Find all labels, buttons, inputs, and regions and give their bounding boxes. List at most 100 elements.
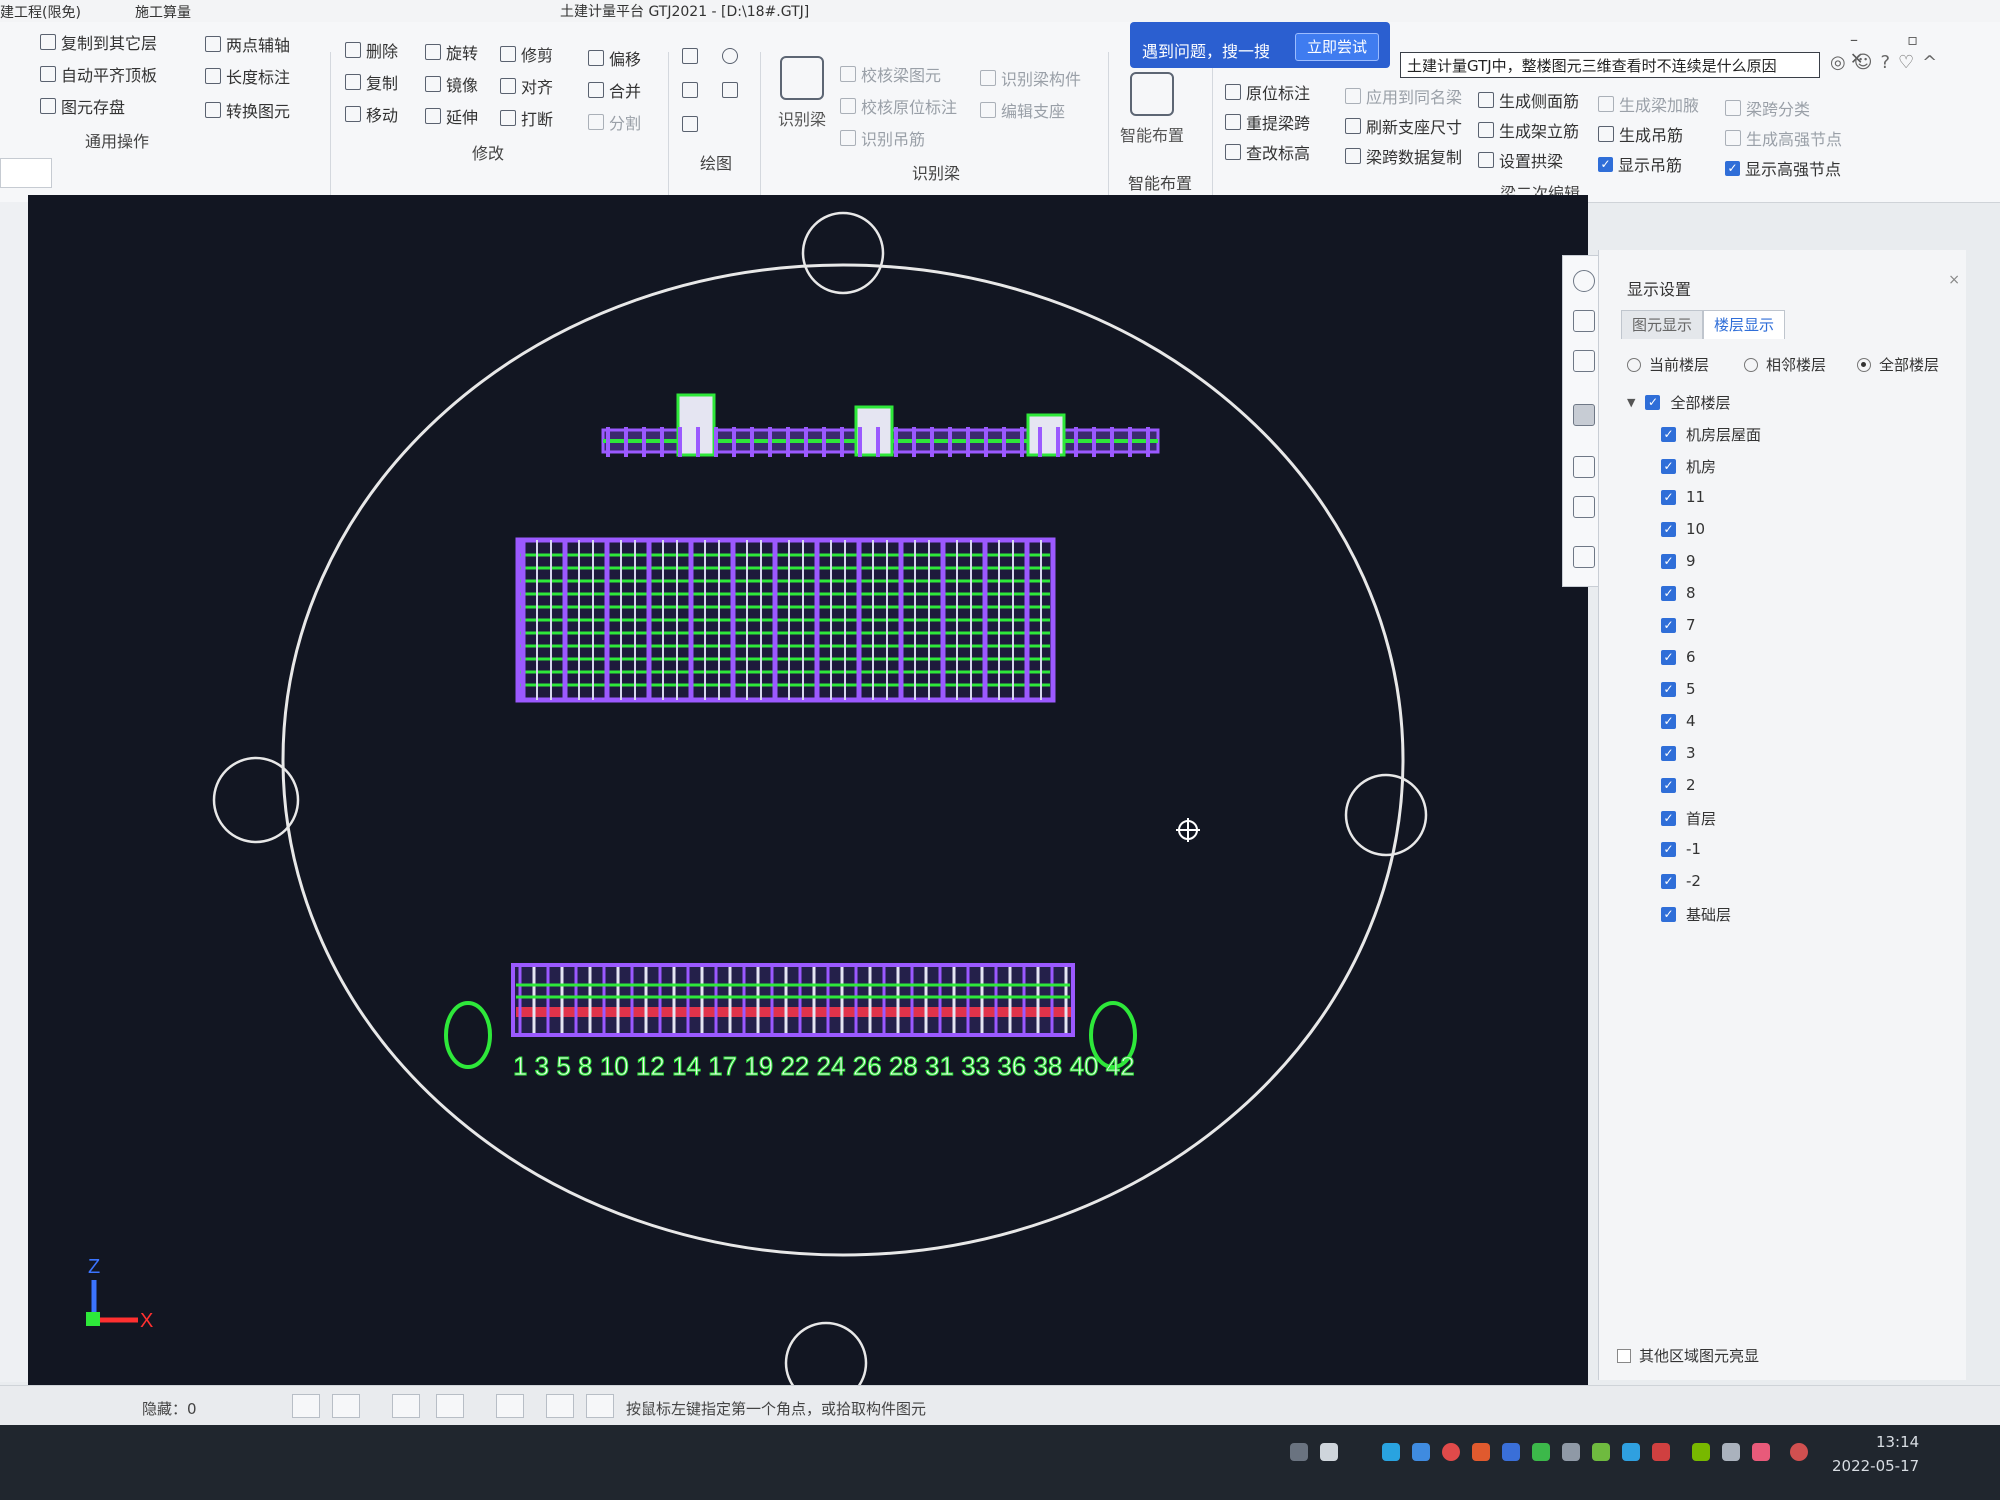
tab-element-display[interactable]: 图元显示 bbox=[1621, 310, 1704, 339]
checkbox-checked-icon[interactable]: ✓ bbox=[1661, 841, 1676, 857]
3d-model-view[interactable]: 1 3 5 8 10 12 14 17 19 22 24 26 28 31 33… bbox=[28, 195, 1588, 1385]
auto-flat-top-button[interactable]: 自动平齐顶板 bbox=[40, 62, 157, 86]
reextract-span-button[interactable]: 重提梁跨 bbox=[1225, 110, 1310, 134]
cube-view-icon[interactable] bbox=[1573, 496, 1595, 518]
mirror-button[interactable]: 镜像 bbox=[425, 72, 478, 96]
chevron-down-icon[interactable]: ▼ bbox=[1627, 396, 1635, 409]
radio-all-floors[interactable]: 全部楼层 bbox=[1857, 354, 1939, 375]
floor-item[interactable]: ✓ -2 bbox=[1661, 872, 1701, 890]
solid-box-icon[interactable] bbox=[1573, 404, 1595, 426]
3d-view-canvas[interactable]: 1 3 5 8 10 12 14 17 19 22 24 26 28 31 33… bbox=[28, 195, 1588, 1385]
two-point-axis-button[interactable]: 两点辅轴 bbox=[205, 32, 290, 56]
select-mode-icon[interactable] bbox=[332, 1394, 360, 1418]
checkbox-checked-icon[interactable]: ✓ bbox=[1661, 649, 1676, 665]
beam-span-copy-button[interactable]: 梁跨数据复制 bbox=[1345, 144, 1462, 168]
change-elevation-button[interactable]: 查改标高 bbox=[1225, 140, 1310, 164]
length-mark-button[interactable]: 长度标注 bbox=[205, 64, 290, 88]
checkbox-checked-icon[interactable]: ✓ bbox=[1661, 681, 1676, 697]
dynamic-input-icon[interactable] bbox=[546, 1394, 574, 1418]
floor-dropdown[interactable] bbox=[0, 158, 52, 188]
notification-icon[interactable] bbox=[1790, 1443, 1808, 1461]
floor-item[interactable]: ✓ 基础层 bbox=[1661, 904, 1731, 925]
checkbox-checked-icon[interactable]: ✓ bbox=[1661, 459, 1676, 474]
show-hanger-checkbox[interactable]: ✓ 显示吊筋 bbox=[1598, 152, 1682, 176]
angle-toggle-icon[interactable] bbox=[436, 1394, 464, 1418]
copy-button[interactable]: 复制 bbox=[345, 70, 398, 94]
align-button[interactable]: 对齐 bbox=[500, 74, 553, 98]
floor-item[interactable]: ✓ 5 bbox=[1661, 680, 1696, 698]
pen-icon[interactable] bbox=[1320, 1443, 1338, 1461]
identify-beam-button[interactable]: 识别梁 bbox=[772, 56, 832, 130]
floor-item[interactable]: ✓ -1 bbox=[1661, 840, 1701, 858]
checkbox-checked-icon[interactable]: ✓ bbox=[1661, 713, 1676, 729]
orbit-view-icon[interactable] bbox=[1573, 270, 1595, 292]
apply-same-name-button[interactable]: 应用到同名梁 bbox=[1345, 84, 1462, 108]
checkbox-checked-icon[interactable]: ✓ bbox=[1661, 777, 1676, 793]
identify-hanger-bar-button[interactable]: 识别吊筋 bbox=[840, 126, 925, 150]
origin-mark-button[interactable]: 原位标注 bbox=[1225, 80, 1310, 104]
checkbox-checked-icon[interactable]: ✓ bbox=[1661, 553, 1676, 569]
tab-floor-display[interactable]: 楼层显示 bbox=[1703, 310, 1786, 339]
draw-arc-button[interactable] bbox=[682, 116, 698, 132]
shield-icon[interactable] bbox=[1502, 1443, 1520, 1461]
set-arch-button[interactable]: 设置拱梁 bbox=[1478, 148, 1563, 172]
delete-button[interactable]: 删除 bbox=[345, 38, 398, 62]
floor-item[interactable]: ✓ 10 bbox=[1661, 520, 1705, 538]
floor-item[interactable]: ✓ 机房 bbox=[1661, 456, 1716, 477]
show-high-strength-node-checkbox[interactable]: ✓ 显示高强节点 bbox=[1725, 156, 1841, 180]
identify-beam-component-button[interactable]: 识别梁构件 bbox=[980, 66, 1081, 90]
radio-current-floor[interactable]: 当前楼层 bbox=[1627, 354, 1709, 375]
span-classify-button[interactable]: 梁跨分类 bbox=[1725, 96, 1810, 120]
trim-button[interactable]: 修剪 bbox=[500, 42, 553, 66]
floor-item[interactable]: ✓ 机房层屋面 bbox=[1661, 424, 1761, 445]
gen-stirrup-button[interactable]: 生成架立筋 bbox=[1478, 118, 1579, 142]
floor-item[interactable]: ✓ 3 bbox=[1661, 744, 1696, 762]
draw-circle-button[interactable] bbox=[722, 48, 738, 64]
radio-adjacent-floor[interactable]: 相邻楼层 bbox=[1744, 354, 1826, 375]
refresh-support-size-button[interactable]: 刷新支座尺寸 bbox=[1345, 114, 1462, 138]
close-icon[interactable]: × bbox=[1948, 272, 1960, 288]
building-model-middle[interactable] bbox=[515, 537, 1056, 703]
break-button[interactable]: 打断 bbox=[500, 106, 553, 130]
element-storage-button[interactable]: 图元存盘 bbox=[40, 94, 125, 118]
merge-button[interactable]: 合并 bbox=[588, 78, 641, 102]
input-method-icon[interactable] bbox=[1752, 1443, 1770, 1461]
extend-button[interactable]: 延伸 bbox=[425, 104, 478, 128]
checkbox-checked-icon[interactable]: ✓ bbox=[1661, 585, 1676, 601]
tree-root-all-floors[interactable]: ▼ ✓ 全部楼层 bbox=[1627, 392, 1730, 413]
checkbox-checked-icon[interactable]: ✓ bbox=[1661, 489, 1676, 505]
rotate-button[interactable]: 旋转 bbox=[425, 40, 478, 64]
split-button[interactable]: 分割 bbox=[588, 110, 641, 134]
checkbox-checked-icon[interactable]: ✓ bbox=[1661, 521, 1676, 537]
left-sidebar-collapsed[interactable] bbox=[0, 158, 52, 1382]
app-tray-icon[interactable] bbox=[1592, 1443, 1610, 1461]
floor-item[interactable]: ✓ 7 bbox=[1661, 616, 1696, 634]
copy-to-other-floor-button[interactable]: 复制到其它层 bbox=[40, 30, 157, 54]
floor-item[interactable]: ✓ 2 bbox=[1661, 776, 1696, 794]
offset-button[interactable]: 偏移 bbox=[588, 46, 641, 70]
2d-view-icon[interactable] bbox=[1573, 310, 1595, 332]
check-origin-mark-button[interactable]: 校核原位标注 bbox=[840, 94, 957, 118]
convert-element-button[interactable]: 转换图元 bbox=[205, 98, 290, 122]
fit-view-icon[interactable] bbox=[1573, 456, 1595, 478]
orbit-handle-right[interactable] bbox=[1344, 773, 1428, 857]
globe-icon[interactable] bbox=[1562, 1443, 1580, 1461]
other-area-highlight-checkbox[interactable]: 其他区域图元亮显 bbox=[1617, 1345, 1759, 1366]
display-settings-icon[interactable] bbox=[1573, 546, 1595, 568]
checkbox-checked-icon[interactable]: ✓ bbox=[1661, 811, 1676, 826]
orbit-handle-top[interactable] bbox=[801, 211, 885, 295]
signal-icon[interactable] bbox=[1722, 1443, 1740, 1461]
gen-side-bar-button[interactable]: 生成侧面筋 bbox=[1478, 88, 1579, 112]
draw-point-button[interactable] bbox=[682, 48, 698, 64]
draw-line-button[interactable] bbox=[682, 82, 698, 98]
floor-item[interactable]: ✓ 首层 bbox=[1661, 808, 1716, 829]
keyboard-icon[interactable] bbox=[1290, 1443, 1308, 1461]
flag-icon[interactable] bbox=[1472, 1443, 1490, 1461]
nvidia-icon[interactable] bbox=[1692, 1443, 1710, 1461]
orbit-handle-bottom[interactable] bbox=[784, 1321, 868, 1385]
bluetooth-icon[interactable] bbox=[1622, 1443, 1640, 1461]
menu-tab-project[interactable]: 建工程(限免) bbox=[0, 2, 81, 22]
network-app-icon[interactable] bbox=[1412, 1443, 1430, 1461]
building-model-bottom[interactable]: 1 3 5 8 10 12 14 17 19 22 24 26 28 31 33… bbox=[444, 963, 1137, 1082]
checkbox-checked-icon[interactable]: ✓ bbox=[1661, 907, 1676, 922]
